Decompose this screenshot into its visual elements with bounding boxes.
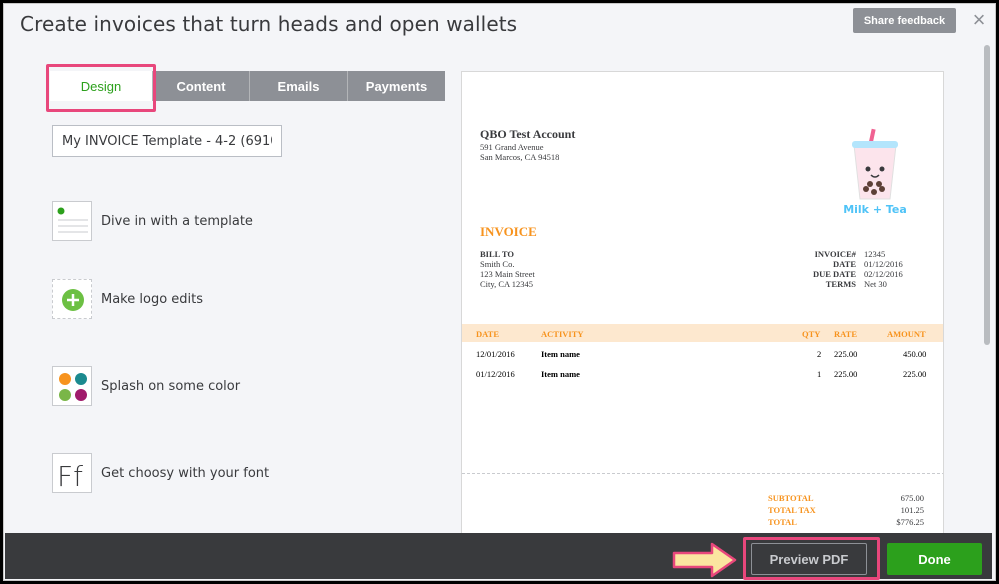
logo-text: Milk + Tea bbox=[843, 203, 907, 216]
company-address: 591 Grand Avenue San Marcos, CA 94518 bbox=[480, 142, 559, 162]
invoice-preview: QBO Test Account 591 Grand Avenue San Ma… bbox=[461, 71, 944, 551]
bill-to-line-1: Smith Co. bbox=[480, 259, 515, 269]
col-amount: AMOUNT bbox=[887, 329, 926, 339]
tab-bar: Design Content Emails Payments bbox=[50, 71, 445, 101]
subtotal-value: 675.00 bbox=[900, 493, 924, 503]
arrow-pointer-icon bbox=[672, 542, 738, 583]
company-name: QBO Test Account bbox=[480, 127, 576, 141]
svg-text:Ff: Ff bbox=[57, 460, 83, 493]
bill-to-line-3: City, CA 12345 bbox=[480, 279, 534, 289]
option-logo-label: Make logo edits bbox=[101, 291, 204, 307]
row-qty: 1 bbox=[817, 369, 822, 379]
col-activity: ACTIVITY bbox=[541, 329, 584, 339]
preview-pdf-button[interactable]: Preview PDF bbox=[751, 543, 867, 575]
meta-label-terms: TERMS bbox=[825, 279, 856, 289]
add-logo-icon bbox=[52, 279, 92, 319]
meta-label-due-date: DUE DATE bbox=[812, 269, 856, 279]
invoice-meta-values: 12345 01/12/2016 02/12/2016 Net 30 bbox=[864, 249, 903, 289]
meta-label-date: DATE bbox=[833, 259, 856, 269]
meta-value-terms: Net 30 bbox=[864, 279, 887, 289]
option-color-label: Splash on some color bbox=[101, 378, 241, 394]
meta-label-invoice: INVOICE# bbox=[814, 249, 856, 259]
tab-emails[interactable]: Emails bbox=[250, 71, 348, 101]
col-qty: QTY bbox=[802, 329, 821, 339]
bill-to-line-2: 123 Main Street bbox=[480, 269, 535, 279]
total-label: TOTAL bbox=[768, 517, 797, 527]
scrollbar-thumb[interactable] bbox=[984, 45, 990, 345]
bill-to-label: BILL TO bbox=[480, 249, 514, 259]
option-color[interactable]: Splash on some color bbox=[52, 366, 240, 406]
bill-to-block: BILL TO Smith Co. 123 Main Street City, … bbox=[480, 249, 535, 289]
row-qty: 2 bbox=[817, 349, 822, 359]
meta-value-invoice: 12345 bbox=[864, 249, 886, 259]
option-font[interactable]: Ff Get choosy with your font bbox=[52, 453, 269, 493]
table-row: 12/01/2016 Item name 2 225.00 450.00 bbox=[462, 349, 943, 363]
close-icon[interactable]: × bbox=[968, 7, 990, 33]
color-palette-icon bbox=[52, 366, 92, 406]
totals-values: 675.00 101.25 $776.25 bbox=[874, 493, 924, 527]
page-break-divider bbox=[462, 473, 943, 474]
col-date: DATE bbox=[476, 329, 499, 339]
tab-content[interactable]: Content bbox=[153, 71, 250, 101]
company-logo: Milk + Tea bbox=[840, 127, 910, 219]
row-date: 01/12/2016 bbox=[476, 369, 515, 379]
address-line-2: San Marcos, CA 94518 bbox=[480, 152, 560, 162]
table-header-row: DATE ACTIVITY QTY RATE AMOUNT bbox=[462, 324, 943, 342]
dialog-title: Create invoices that turn heads and open… bbox=[20, 12, 518, 36]
row-rate: 225.00 bbox=[834, 349, 858, 359]
font-icon: Ff bbox=[52, 453, 92, 493]
invoice-customizer-dialog: Create invoices that turn heads and open… bbox=[3, 3, 996, 581]
meta-value-due-date: 02/12/2016 bbox=[864, 269, 903, 279]
table-row: 01/12/2016 Item name 1 225.00 225.00 bbox=[462, 369, 943, 383]
totals-labels: SUBTOTAL TOTAL TAX TOTAL bbox=[768, 493, 816, 527]
option-font-label: Get choosy with your font bbox=[101, 465, 270, 481]
option-template[interactable]: Dive in with a template bbox=[52, 201, 253, 241]
row-amount: 450.00 bbox=[903, 349, 927, 359]
row-amount: 225.00 bbox=[903, 369, 927, 379]
address-line-1: 591 Grand Avenue bbox=[480, 142, 544, 152]
row-date: 12/01/2016 bbox=[476, 349, 515, 359]
total-value: $776.25 bbox=[896, 517, 924, 527]
invoice-heading: INVOICE bbox=[480, 224, 537, 239]
col-rate: RATE bbox=[834, 329, 857, 339]
total-tax-value: 101.25 bbox=[900, 505, 924, 515]
tab-design[interactable]: Design bbox=[50, 71, 153, 101]
invoice-meta-labels: INVOICE# DATE DUE DATE TERMS bbox=[802, 249, 856, 289]
share-feedback-button[interactable]: Share feedback bbox=[853, 8, 956, 33]
meta-value-date: 01/12/2016 bbox=[864, 259, 903, 269]
done-button[interactable]: Done bbox=[887, 543, 982, 575]
row-activity: Item name bbox=[541, 369, 580, 379]
subtotal-label: SUBTOTAL bbox=[768, 493, 814, 503]
template-icon bbox=[52, 201, 92, 241]
total-tax-label: TOTAL TAX bbox=[768, 505, 816, 515]
template-name-input[interactable] bbox=[52, 125, 282, 157]
option-template-label: Dive in with a template bbox=[101, 213, 253, 229]
row-activity: Item name bbox=[541, 349, 580, 359]
option-logo[interactable]: Make logo edits bbox=[52, 279, 203, 319]
tab-payments[interactable]: Payments bbox=[348, 71, 445, 101]
row-rate: 225.00 bbox=[834, 369, 858, 379]
